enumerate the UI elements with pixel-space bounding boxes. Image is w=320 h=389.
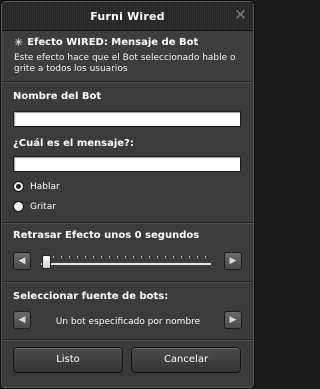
slider-tick	[53, 256, 54, 258]
slider-left-button[interactable]: ◀	[13, 252, 31, 270]
slider-tick	[181, 256, 182, 258]
radio-hablar[interactable]: Hablar	[13, 181, 60, 192]
slider-tick	[149, 256, 150, 258]
divider	[2, 222, 253, 224]
divider	[2, 339, 253, 341]
slider-tick	[61, 256, 62, 258]
slider-tick	[77, 256, 78, 258]
source-prev-button[interactable]: ◀	[13, 311, 31, 329]
radio-button[interactable]	[13, 201, 24, 212]
effect-title-row: ✳ Efecto WIRED: Mensaje de Bot	[14, 36, 198, 49]
divider	[2, 281, 253, 283]
window-title: Furni Wired	[90, 10, 165, 23]
slider-tick	[157, 256, 158, 258]
slider-right-button[interactable]: ▶	[224, 252, 242, 270]
source-next-button[interactable]: ▶	[224, 311, 242, 329]
slider-tick	[101, 256, 102, 258]
slider-tick	[93, 256, 94, 258]
arrow-right-icon: ▶	[229, 315, 237, 325]
message-label: ¿Cuál es el mensaje?:	[13, 138, 134, 149]
arrow-right-icon: ▶	[229, 256, 237, 266]
close-icon[interactable]: ⨯	[234, 7, 247, 22]
effect-description: Este efecto hace que el Bot seleccionado…	[14, 53, 236, 74]
radio-label: Gritar	[30, 201, 56, 212]
radio-gritar[interactable]: Gritar	[13, 201, 56, 212]
slider-tick	[205, 256, 206, 258]
bot-name-input[interactable]	[13, 111, 241, 127]
effect-title: Efecto WIRED: Mensaje de Bot	[27, 37, 199, 48]
star-icon: ✳	[14, 36, 24, 49]
slider-tick	[133, 256, 134, 258]
bot-name-label: Nombre del Bot	[13, 91, 102, 102]
slider-tick	[117, 256, 118, 258]
slider-tick	[173, 256, 174, 258]
slider-tick	[189, 256, 190, 258]
radio-label: Hablar	[30, 181, 60, 192]
furni-wired-window: Furni Wired ⨯ ✳ Efecto WIRED: Mensaje de…	[0, 0, 255, 389]
slider-tick	[141, 256, 142, 258]
ok-button[interactable]: Listo	[13, 347, 123, 373]
cancel-button[interactable]: Cancelar	[131, 347, 241, 373]
divider	[2, 81, 253, 83]
slider-tick	[165, 256, 166, 258]
bot-source-label: Seleccionar fuente de bots:	[13, 291, 169, 302]
radio-button[interactable]	[13, 181, 24, 192]
delay-slider-track[interactable]	[41, 263, 211, 265]
arrow-left-icon: ◀	[18, 256, 26, 266]
effect-header: ✳ Efecto WIRED: Mensaje de Bot Este efec…	[2, 31, 253, 81]
slider-tick	[85, 256, 86, 258]
slider-tick	[109, 256, 110, 258]
slider-tick	[125, 256, 126, 258]
title-bar[interactable]: Furni Wired ⨯	[2, 2, 253, 31]
bot-source-value: Un bot especificado por nombre	[55, 317, 201, 327]
slider-tick	[197, 256, 198, 258]
message-input[interactable]	[13, 156, 241, 172]
delay-label: Retrasar Efecto unos 0 segundos	[13, 230, 200, 241]
arrow-left-icon: ◀	[18, 315, 26, 325]
slider-tick	[69, 256, 70, 258]
delay-slider-thumb[interactable]	[42, 255, 51, 269]
